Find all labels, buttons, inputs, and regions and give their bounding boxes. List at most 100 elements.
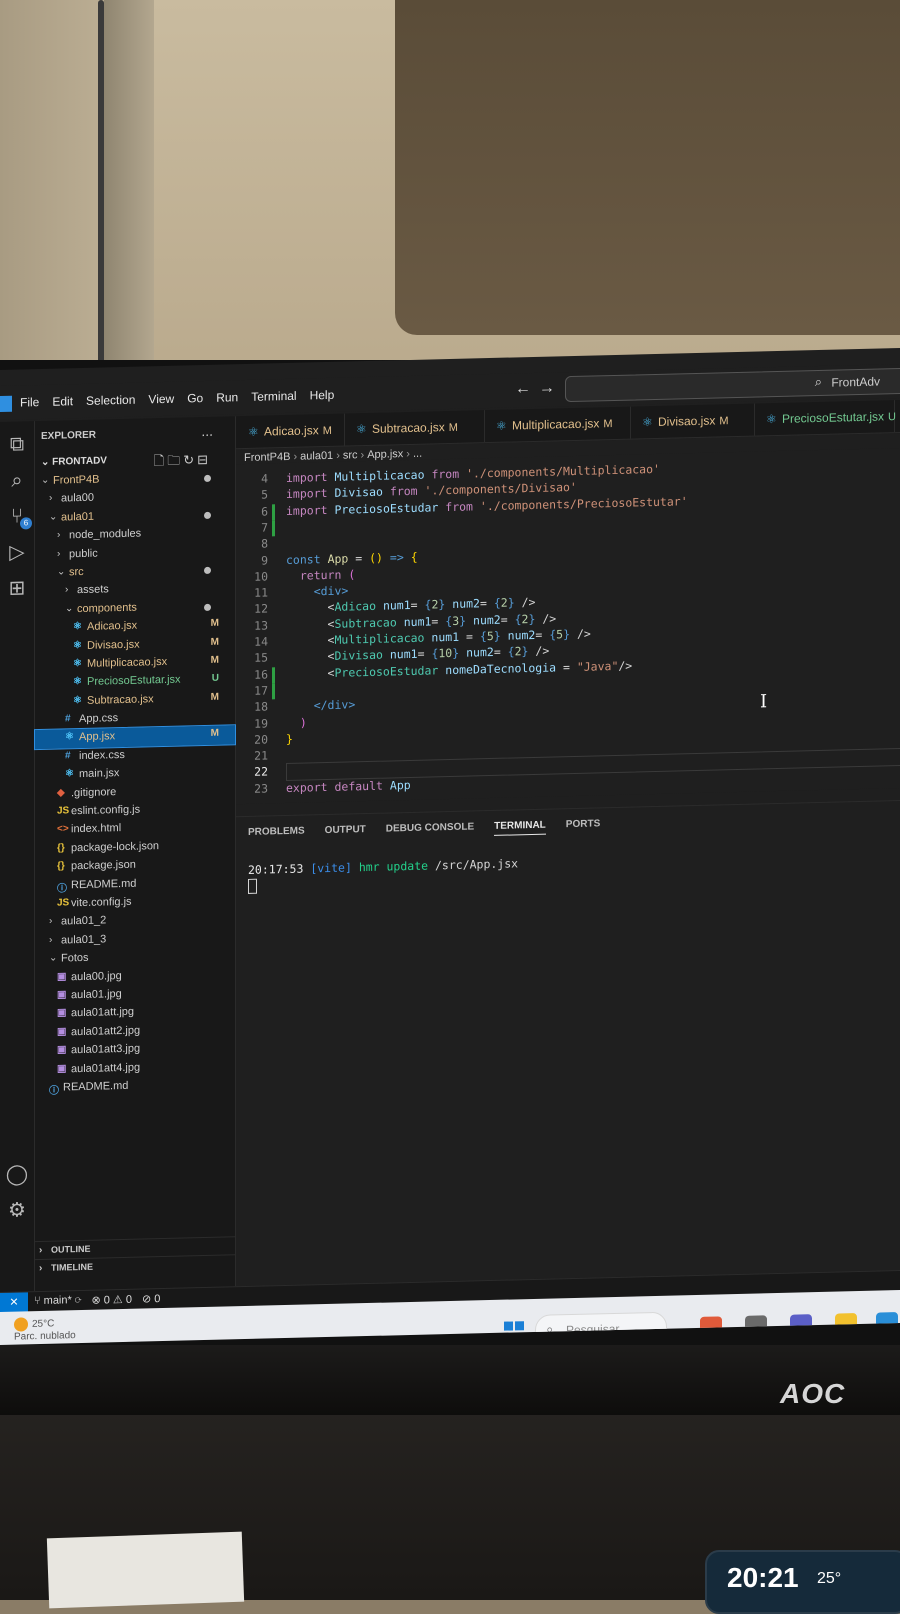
editor-tab[interactable]: ⚛ Subtracao.jsx M (344, 410, 485, 446)
line-number: 4 (261, 471, 268, 486)
menu-item[interactable]: Run (216, 390, 238, 405)
extensions-icon[interactable]: ⊞ (4, 575, 30, 602)
file-tree: ⌄ FrontP4B › aula00 ⌄ aula01 › node_modules › pub… (34, 468, 236, 1098)
gear-icon[interactable]: ⚙ (4, 1197, 30, 1224)
ports-status[interactable]: ⊘ 0 (142, 1292, 160, 1305)
menu-item[interactable]: Help (310, 388, 335, 403)
breadcrumb-item[interactable]: src (343, 449, 358, 461)
menu-item[interactable]: Terminal (251, 389, 296, 404)
file-name: Multiplicacao.jsx (87, 655, 168, 670)
line-number: 6 (261, 504, 268, 519)
remote-icon[interactable]: ✕ (0, 1292, 28, 1313)
chevron-down-icon: ⌄ (57, 566, 66, 578)
menu-item[interactable]: File (20, 395, 39, 409)
search-icon[interactable]: ⌕ (4, 467, 30, 494)
run-debug-icon[interactable]: ▷ (4, 539, 30, 566)
explorer-icon[interactable]: ⧉ (4, 431, 30, 458)
line-number: 7 (261, 520, 268, 535)
file-name: aula01_2 (61, 914, 107, 928)
editor-tab[interactable]: ⚛ Divisao.jsx M (630, 403, 755, 439)
command-center[interactable]: ⌕ FrontAdv (565, 367, 900, 403)
chevron-down-icon: ⌄ (65, 602, 74, 615)
git-change-marker (272, 683, 275, 700)
wall-shadow (395, 0, 900, 335)
line-number: 11 (254, 585, 268, 600)
weather-desc: Parc. nublado (14, 1330, 76, 1343)
menu-item[interactable]: Edit (52, 394, 73, 409)
wall-post (104, 0, 154, 390)
modified-dot (204, 603, 211, 611)
outline-label: OUTLINE (51, 1243, 91, 1255)
paper (46, 1531, 245, 1609)
weather-widget[interactable]: 25°C Parc. nublado (14, 1316, 76, 1343)
panel-tab[interactable]: DEBUG CONSOLE (386, 821, 474, 838)
file-name: aula01att4.jpg (71, 1061, 141, 1075)
file-name: package-lock.json (71, 839, 160, 855)
json-file-icon: {} (57, 842, 65, 854)
panel-tab[interactable]: OUTPUT (325, 824, 366, 840)
file-name: package.json (71, 858, 136, 873)
file-name: aula01 (61, 510, 95, 524)
search-icon: ⌕ (814, 373, 822, 390)
react-icon: ⚛ (496, 418, 507, 433)
code-line: <div> (313, 583, 349, 599)
text-cursor-icon: I (760, 691, 768, 713)
breadcrumb-item[interactable]: aula01 (300, 450, 333, 463)
timeline-section[interactable]: › TIMELINE (35, 1254, 235, 1279)
menu-item[interactable]: Selection (86, 393, 135, 408)
editor-tab[interactable]: ⚛ Multiplicacao.jsx M (484, 406, 631, 443)
file-name: README.md (63, 1079, 129, 1094)
code-line: return ( (299, 567, 356, 583)
explorer-more-button[interactable]: ... (201, 423, 213, 439)
nav-arrows[interactable]: ←→ (515, 379, 563, 398)
branch-status[interactable]: ⑂ main* ⟳ (34, 1294, 81, 1308)
breadcrumb-item[interactable]: ... (413, 448, 422, 460)
problems-status[interactable]: ⊗ 0 ⚠ 0 (91, 1293, 132, 1307)
menu-item[interactable]: View (148, 392, 174, 407)
chevron-right-icon: › (65, 584, 69, 596)
chevron-right-icon: › (49, 916, 53, 928)
editor-tab[interactable]: ⚛ Adicao.jsx M (236, 413, 345, 449)
code-editor[interactable]: 4 import Multiplicacao from './components… (236, 447, 900, 805)
bottom-panel: PROBLEMS OUTPUT DEBUG CONSOLE TERMINAL PORTS… (236, 799, 900, 1288)
chevron-right-icon: › (39, 1262, 43, 1275)
file-name: App.css (79, 712, 119, 726)
git-file-icon: ◆ (57, 787, 65, 799)
account-icon[interactable]: ◯ (4, 1161, 30, 1188)
panel-tab[interactable]: PROBLEMS (248, 826, 305, 842)
vscode-icon (0, 395, 12, 412)
terminal-cursor (248, 878, 257, 894)
weather-icon (14, 1317, 28, 1332)
file-name: index.html (71, 822, 122, 836)
line-number: 13 (254, 618, 268, 633)
file-item[interactable]: ⓘ README.md (35, 1075, 235, 1098)
line-number: 15 (254, 650, 268, 666)
line-number: 17 (254, 683, 268, 698)
modified-dot (204, 474, 211, 483)
menu-item[interactable]: Go (187, 391, 203, 405)
js-file-icon: JS (57, 805, 70, 817)
code-line: </div> (313, 697, 356, 713)
js-file-icon: JS (57, 897, 70, 909)
breadcrumb-item[interactable]: App.jsx (367, 448, 403, 461)
terminal-output[interactable]: 20:17:53 [vite] hmr update /src/App.jsx (248, 856, 518, 877)
source-control-icon[interactable]: ⑂ 6 (4, 503, 32, 530)
command-center-text: FrontAdv (831, 374, 880, 390)
terminal-path: /src/App.jsx (435, 856, 519, 873)
code-line: } (286, 731, 293, 746)
file-name: Adicao.jsx (87, 619, 138, 633)
panel-tab[interactable]: PORTS (566, 818, 600, 834)
chevron-right-icon: › (57, 548, 61, 560)
file-name: .gitignore (71, 785, 117, 799)
react-file-icon: ⚛ (73, 676, 82, 688)
terminal-vite: [vite] (310, 860, 352, 876)
file-name: aula00 (61, 492, 95, 505)
git-status-badge: U (211, 672, 219, 685)
line-number: 23 (254, 781, 268, 796)
chevron-down-icon: ⌄ (41, 474, 50, 486)
editor-tab[interactable]: ⚛ PreciosoEstutar.jsx U (754, 400, 896, 436)
screen: File Edit Selection View Go Run Terminal Help ←… (0, 348, 900, 1345)
git-status-badge: M (210, 654, 219, 666)
panel-tab[interactable]: TERMINAL (494, 819, 546, 836)
phone: 20:21 25° (705, 1550, 900, 1614)
